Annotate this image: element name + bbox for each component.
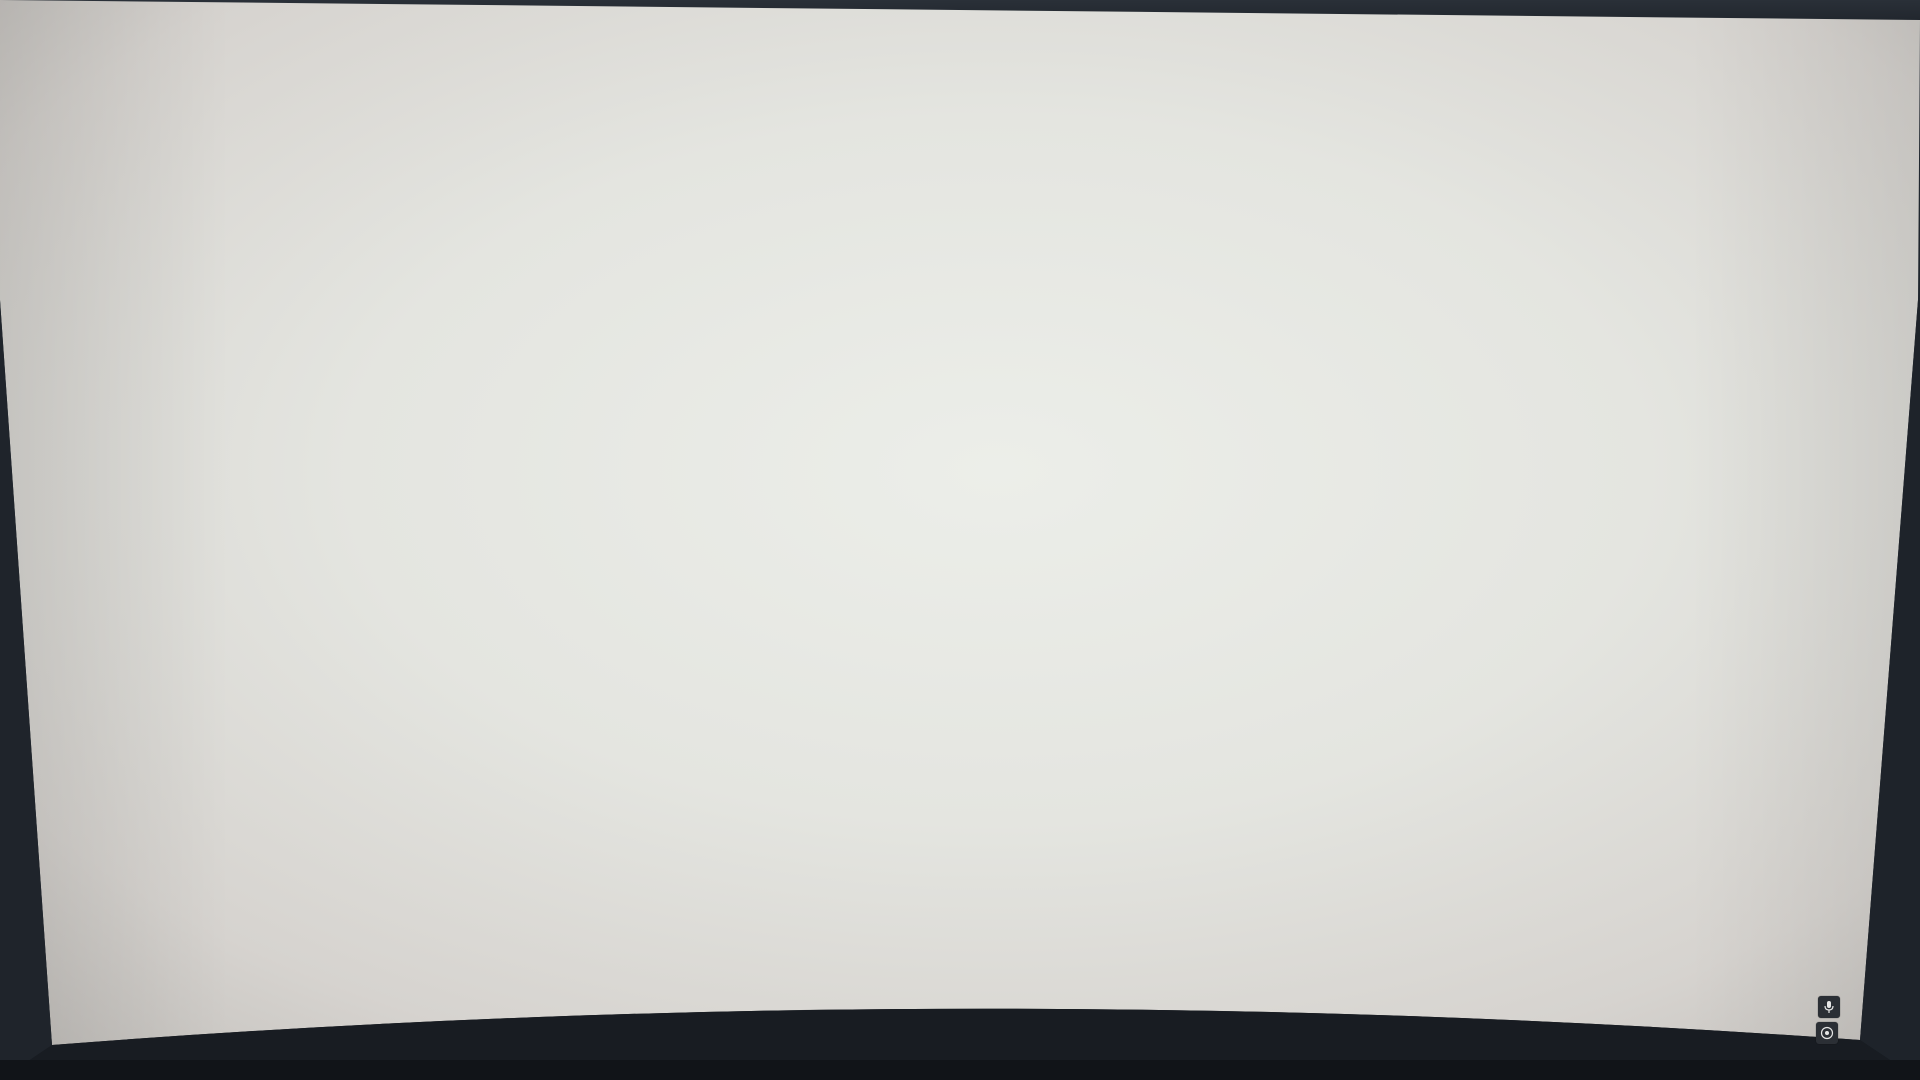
photo-scene: [0, 0, 1920, 1080]
microphone-button[interactable]: [1818, 996, 1840, 1018]
desk-shadow: [0, 1060, 1920, 1080]
microphone-icon: [1823, 1000, 1835, 1014]
camera-button[interactable]: [1816, 1022, 1838, 1044]
monitor-screen: [0, 0, 1920, 1080]
camera-icon: [1820, 1026, 1834, 1040]
